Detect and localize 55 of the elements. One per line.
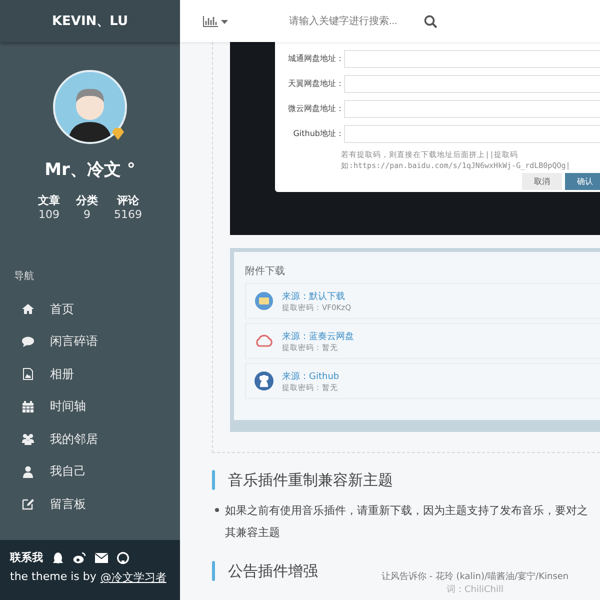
section-heading: 公告插件增强 <box>228 562 318 580</box>
input-field[interactable] <box>344 124 600 142</box>
nav-item[interactable]: 闲言碎语 <box>0 326 180 358</box>
bar-chart-dropdown-icon[interactable] <box>203 15 229 27</box>
stat-value: 5169 <box>114 208 142 221</box>
section-heading: 音乐插件重制兼容新主题 <box>228 470 393 490</box>
diamond-badge-icon <box>111 128 125 140</box>
speech-bubble-icon <box>22 336 34 348</box>
stat-label: 分类 <box>76 193 98 208</box>
source-link[interactable]: 来源：默认下载 <box>282 290 351 302</box>
field-label: Github地址： <box>292 128 344 139</box>
weibo-icon[interactable] <box>73 552 86 564</box>
lyric-line: 让风告诉你 - 花玲 (kalin)/喵酱油/宴宁/Kinsen <box>380 571 570 584</box>
folder-badge-icon <box>254 291 274 311</box>
mail-icon[interactable] <box>95 552 108 562</box>
edit-icon <box>22 498 34 510</box>
nav-item[interactable]: 我自己 <box>0 456 180 488</box>
person-icon <box>22 466 34 478</box>
home-icon <box>22 303 34 316</box>
nav-item[interactable]: 时间轴 <box>0 390 180 423</box>
author-link[interactable]: @冷文学习者 <box>100 570 166 585</box>
people-icon <box>22 433 34 446</box>
picture-icon <box>22 368 34 380</box>
source-link[interactable]: 来源：Github <box>282 370 340 382</box>
penguin-icon[interactable] <box>52 552 64 564</box>
heading-accent-bar <box>212 470 215 490</box>
attachment-title: 附件下载 <box>245 264 286 278</box>
credit-text: the theme is by <box>10 570 96 585</box>
nav-item[interactable]: 留言板 <box>0 488 180 520</box>
nav-heading: 导航 <box>14 270 35 283</box>
bullet-dot <box>215 508 219 512</box>
stat-label: 评论 <box>117 193 139 208</box>
calendar-icon <box>22 400 34 413</box>
nav-item[interactable]: 首页 <box>0 293 180 326</box>
field-label: 天翼网盘地址： <box>287 78 344 89</box>
lyric-credit: 词：ChiliChill <box>446 584 504 597</box>
contact-label: 联系我 <box>10 550 43 565</box>
stat-value: 109 <box>38 208 60 221</box>
confirm-button[interactable]: 确认 <box>565 173 600 190</box>
field-label: 微云网盘地址： <box>287 103 344 114</box>
nav-item[interactable]: 我的邻居 <box>0 423 180 456</box>
input-field[interactable] <box>344 100 600 118</box>
search-field[interactable]: 请输入关键字进行搜索... <box>289 14 419 28</box>
site-logo[interactable]: KEVIN、LU <box>52 12 128 30</box>
search-icon[interactable] <box>424 14 437 28</box>
stat-value: 9 <box>84 208 90 221</box>
input-field[interactable] <box>344 74 600 92</box>
input-field[interactable] <box>344 50 600 68</box>
bullet-text: 如果之前有使用音乐插件，请重新下载，因为主题支持了发布音乐，要对之 其兼容主题 <box>225 503 588 541</box>
field-label: 城通网盘地址： <box>287 53 344 64</box>
stat-label: 文章 <box>38 193 60 208</box>
heading-accent-bar <box>212 561 215 581</box>
cancel-button[interactable]: 取消 <box>522 173 562 190</box>
profile-name: Mr、冷文 ° <box>44 159 136 181</box>
nav-item[interactable]: 相册 <box>0 358 180 390</box>
